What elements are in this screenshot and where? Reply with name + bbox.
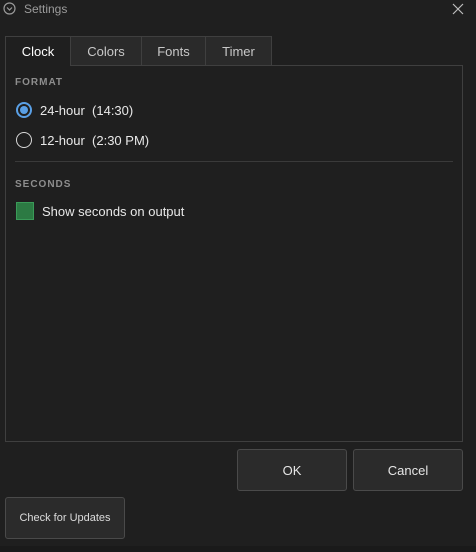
ok-button[interactable]: OK bbox=[237, 449, 347, 491]
clock-icon bbox=[3, 2, 16, 15]
tab-bar: Clock Colors Fonts Timer bbox=[5, 36, 272, 66]
radio-unchecked-icon[interactable] bbox=[16, 132, 32, 148]
cancel-button[interactable]: Cancel bbox=[353, 449, 463, 491]
checkbox-checked-icon[interactable] bbox=[16, 202, 34, 220]
radio-24-hour[interactable]: 24-hour (14:30) bbox=[16, 102, 133, 118]
window-title: Settings bbox=[24, 2, 68, 16]
radio-checked-icon[interactable] bbox=[16, 102, 32, 118]
radio-12-hour[interactable]: 12-hour (2:30 PM) bbox=[16, 132, 149, 148]
format-section-header: FORMAT bbox=[15, 77, 64, 88]
title-bar: Settings bbox=[0, 0, 476, 20]
check-for-updates-button[interactable]: Check for Updates bbox=[5, 497, 125, 539]
settings-window: Settings Clock Colors Fonts Timer FORMAT… bbox=[0, 0, 476, 552]
radio-24-hour-label: 24-hour (14:30) bbox=[40, 102, 134, 118]
tab-timer[interactable]: Timer bbox=[205, 36, 272, 65]
tab-colors[interactable]: Colors bbox=[70, 36, 142, 65]
close-icon[interactable] bbox=[450, 1, 466, 17]
show-seconds-label: Show seconds on output bbox=[42, 203, 185, 219]
tab-clock[interactable]: Clock bbox=[5, 36, 71, 66]
tab-fonts[interactable]: Fonts bbox=[141, 36, 206, 65]
show-seconds-checkbox[interactable]: Show seconds on output bbox=[16, 202, 184, 220]
section-divider bbox=[15, 161, 453, 162]
clock-tab-panel: FORMAT 24-hour (14:30) 12-hour (2:30 PM)… bbox=[5, 65, 463, 442]
seconds-section-header: SECONDS bbox=[15, 179, 72, 190]
bottom-edge bbox=[0, 546, 476, 552]
radio-12-hour-label: 12-hour (2:30 PM) bbox=[40, 132, 150, 148]
